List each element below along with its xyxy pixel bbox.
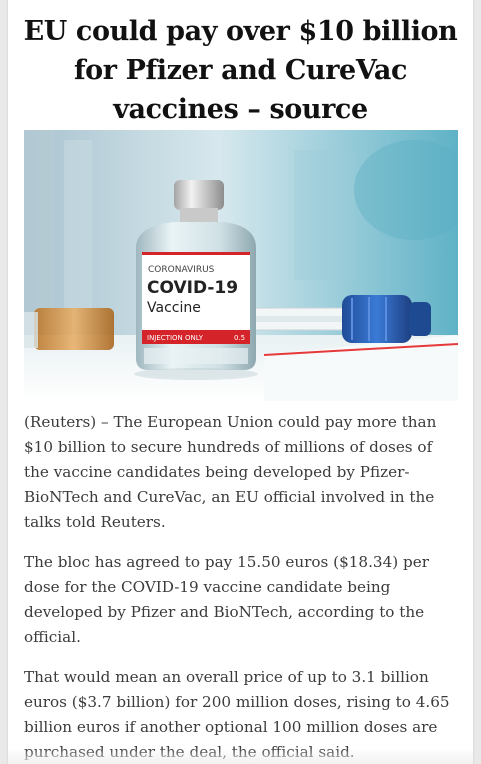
article-hero-image: CORONAVIRUS COVID-19 Vaccine INJECTION O… — [24, 130, 458, 401]
article-page: EU could pay over $10 billion for Pfizer… — [8, 0, 473, 764]
article-headline: EU could pay over $10 billion for Pfizer… — [23, 16, 458, 125]
bottom-fade — [8, 748, 473, 764]
vial-label-band: INJECTION ONLY — [147, 334, 204, 342]
vial-label-sub: Vaccine — [147, 300, 201, 316]
article-paragraph-2: The bloc has agreed to pay 15.50 euros (… — [24, 553, 429, 646]
article-paragraph-1: (Reuters) – The European Union could pay… — [24, 413, 437, 531]
vial-label-main: COVID-19 — [147, 278, 238, 298]
article-body: (Reuters) – The European Union could pay… — [24, 410, 454, 764]
vial-label-top: CORONAVIRUS — [148, 265, 215, 275]
vial-label-band-right: 0.5 — [234, 334, 245, 342]
